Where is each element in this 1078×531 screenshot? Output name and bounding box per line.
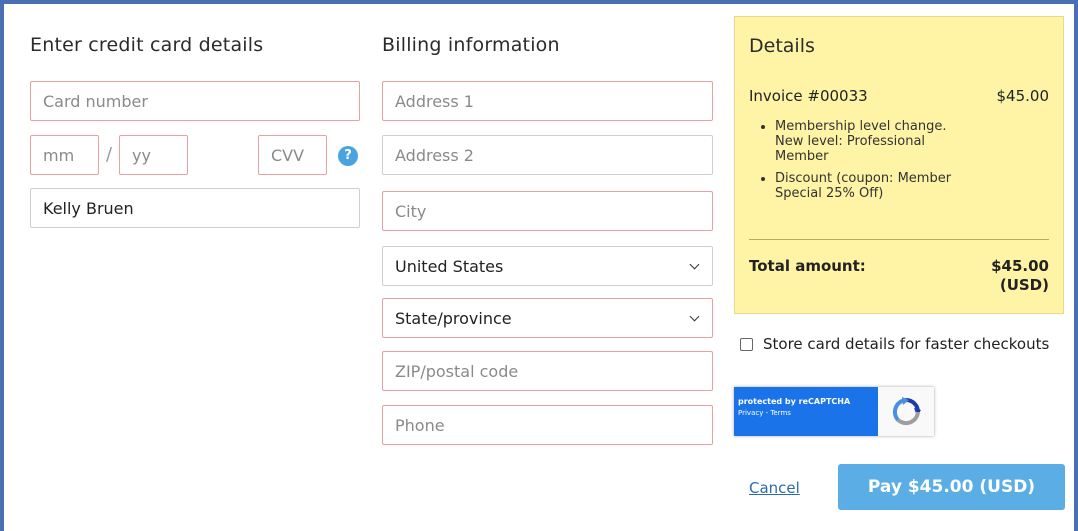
recaptcha-logo-icon <box>878 387 934 436</box>
order-details-panel: Details Invoice #00033 $45.00 Membership… <box>734 16 1064 314</box>
country-select-value: United States <box>395 256 504 276</box>
store-card-label: Store card details for faster checkouts <box>763 335 1050 353</box>
expiry-separator: / <box>106 144 113 165</box>
invoice-items: Membership level change. New level: Prof… <box>759 119 975 208</box>
phone-input[interactable] <box>382 405 713 445</box>
state-select[interactable]: State/province <box>382 298 713 338</box>
chevron-down-icon <box>689 259 700 269</box>
help-icon[interactable]: ? <box>338 146 358 166</box>
total-amount-currency: (USD) <box>999 276 1049 294</box>
total-amount: $45.00 (USD) <box>991 257 1049 295</box>
recaptcha-links[interactable]: Privacy - Terms <box>738 409 878 417</box>
pay-button[interactable]: Pay $45.00 (USD) <box>838 464 1065 510</box>
billing-section-title: Billing information <box>382 34 560 56</box>
details-title: Details <box>749 35 815 57</box>
expiry-year-input[interactable] <box>119 135 188 175</box>
card-section-title: Enter credit card details <box>30 34 264 56</box>
recaptcha-protected-text: protected by reCAPTCHA <box>738 397 851 406</box>
list-item: Membership level change. New level: Prof… <box>775 119 975 164</box>
invoice-amount: $45.00 <box>996 87 1050 105</box>
invoice-label: Invoice #00033 <box>749 87 868 105</box>
details-divider <box>749 239 1049 240</box>
cardholder-name-input[interactable] <box>30 188 360 228</box>
recaptcha-text-area: protected by reCAPTCHA Privacy - Terms <box>734 387 878 436</box>
address1-input[interactable] <box>382 81 713 121</box>
recaptcha-badge[interactable]: protected by reCAPTCHA Privacy - Terms <box>734 387 934 436</box>
list-item: Discount (coupon: Member Special 25% Off… <box>775 171 975 201</box>
expiry-month-input[interactable] <box>30 135 99 175</box>
address2-input[interactable] <box>382 135 713 175</box>
card-number-input[interactable] <box>30 81 360 121</box>
city-input[interactable] <box>382 191 713 231</box>
zip-input[interactable] <box>382 351 713 391</box>
total-label: Total amount: <box>749 257 866 275</box>
total-amount-value: $45.00 <box>991 257 1049 275</box>
cvv-input[interactable] <box>258 135 327 175</box>
store-card-checkbox[interactable] <box>740 337 753 351</box>
cancel-link[interactable]: Cancel <box>749 479 800 497</box>
country-select[interactable]: United States <box>382 246 713 286</box>
state-select-value: State/province <box>395 308 512 328</box>
chevron-down-icon <box>689 311 700 321</box>
store-card-option[interactable]: Store card details for faster checkouts <box>740 335 1049 353</box>
